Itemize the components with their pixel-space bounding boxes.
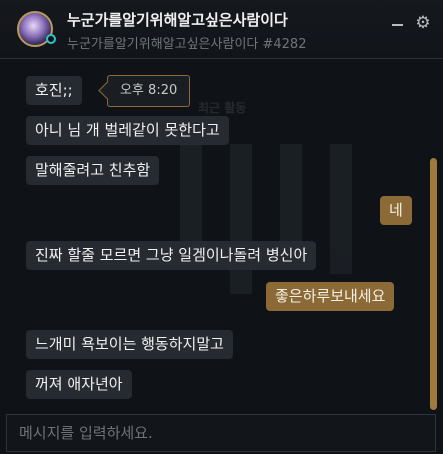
message-bubble: 진짜 할줄 모르면 그냥 일겜이나돌려 병신아 <box>26 241 317 270</box>
minimize-button[interactable] <box>389 14 407 32</box>
message-input[interactable] <box>7 415 435 451</box>
settings-button[interactable]: ⚙ <box>414 14 432 32</box>
message-bubble: 아니 님 개 벌레같이 못한다고 <box>26 116 229 145</box>
message-bubble: 느개미 욕보이는 행동하지말고 <box>26 330 233 359</box>
message-bubble: 꺼져 애자년아 <box>26 370 132 399</box>
chat-header: 누군가를알기위해알고싶은사람이다 누군가를알기위해알고싶은사람이다 #4282 … <box>0 0 443 59</box>
message-bubble: 말해줄려고 친추함 <box>26 156 160 185</box>
scrollbar[interactable] <box>430 158 437 410</box>
gear-icon: ⚙ <box>415 13 431 33</box>
friend-riot-id: 누군가를알기위해알고싶은사람이다 #4282 <box>67 37 307 52</box>
message-bubble-sent: 좋은하루보내세요 <box>266 282 395 311</box>
online-status-icon <box>46 34 56 44</box>
friend-name: 누군가를알기위해알고싶은사람이다 <box>67 11 288 29</box>
message-bubble-sent: 네 <box>380 196 412 225</box>
background-label: 최근 활동 <box>198 101 247 115</box>
message-input-box[interactable] <box>6 414 436 452</box>
timestamp-tooltip: 오후 8:20 <box>107 75 191 107</box>
minimize-icon <box>392 24 403 26</box>
message-list[interactable]: 최근 활동 호진;; 오후 8:20 아니 님 개 벌레같이 못한다고 말해줄려… <box>0 59 443 414</box>
message-bubble: 호진;; <box>26 76 82 105</box>
